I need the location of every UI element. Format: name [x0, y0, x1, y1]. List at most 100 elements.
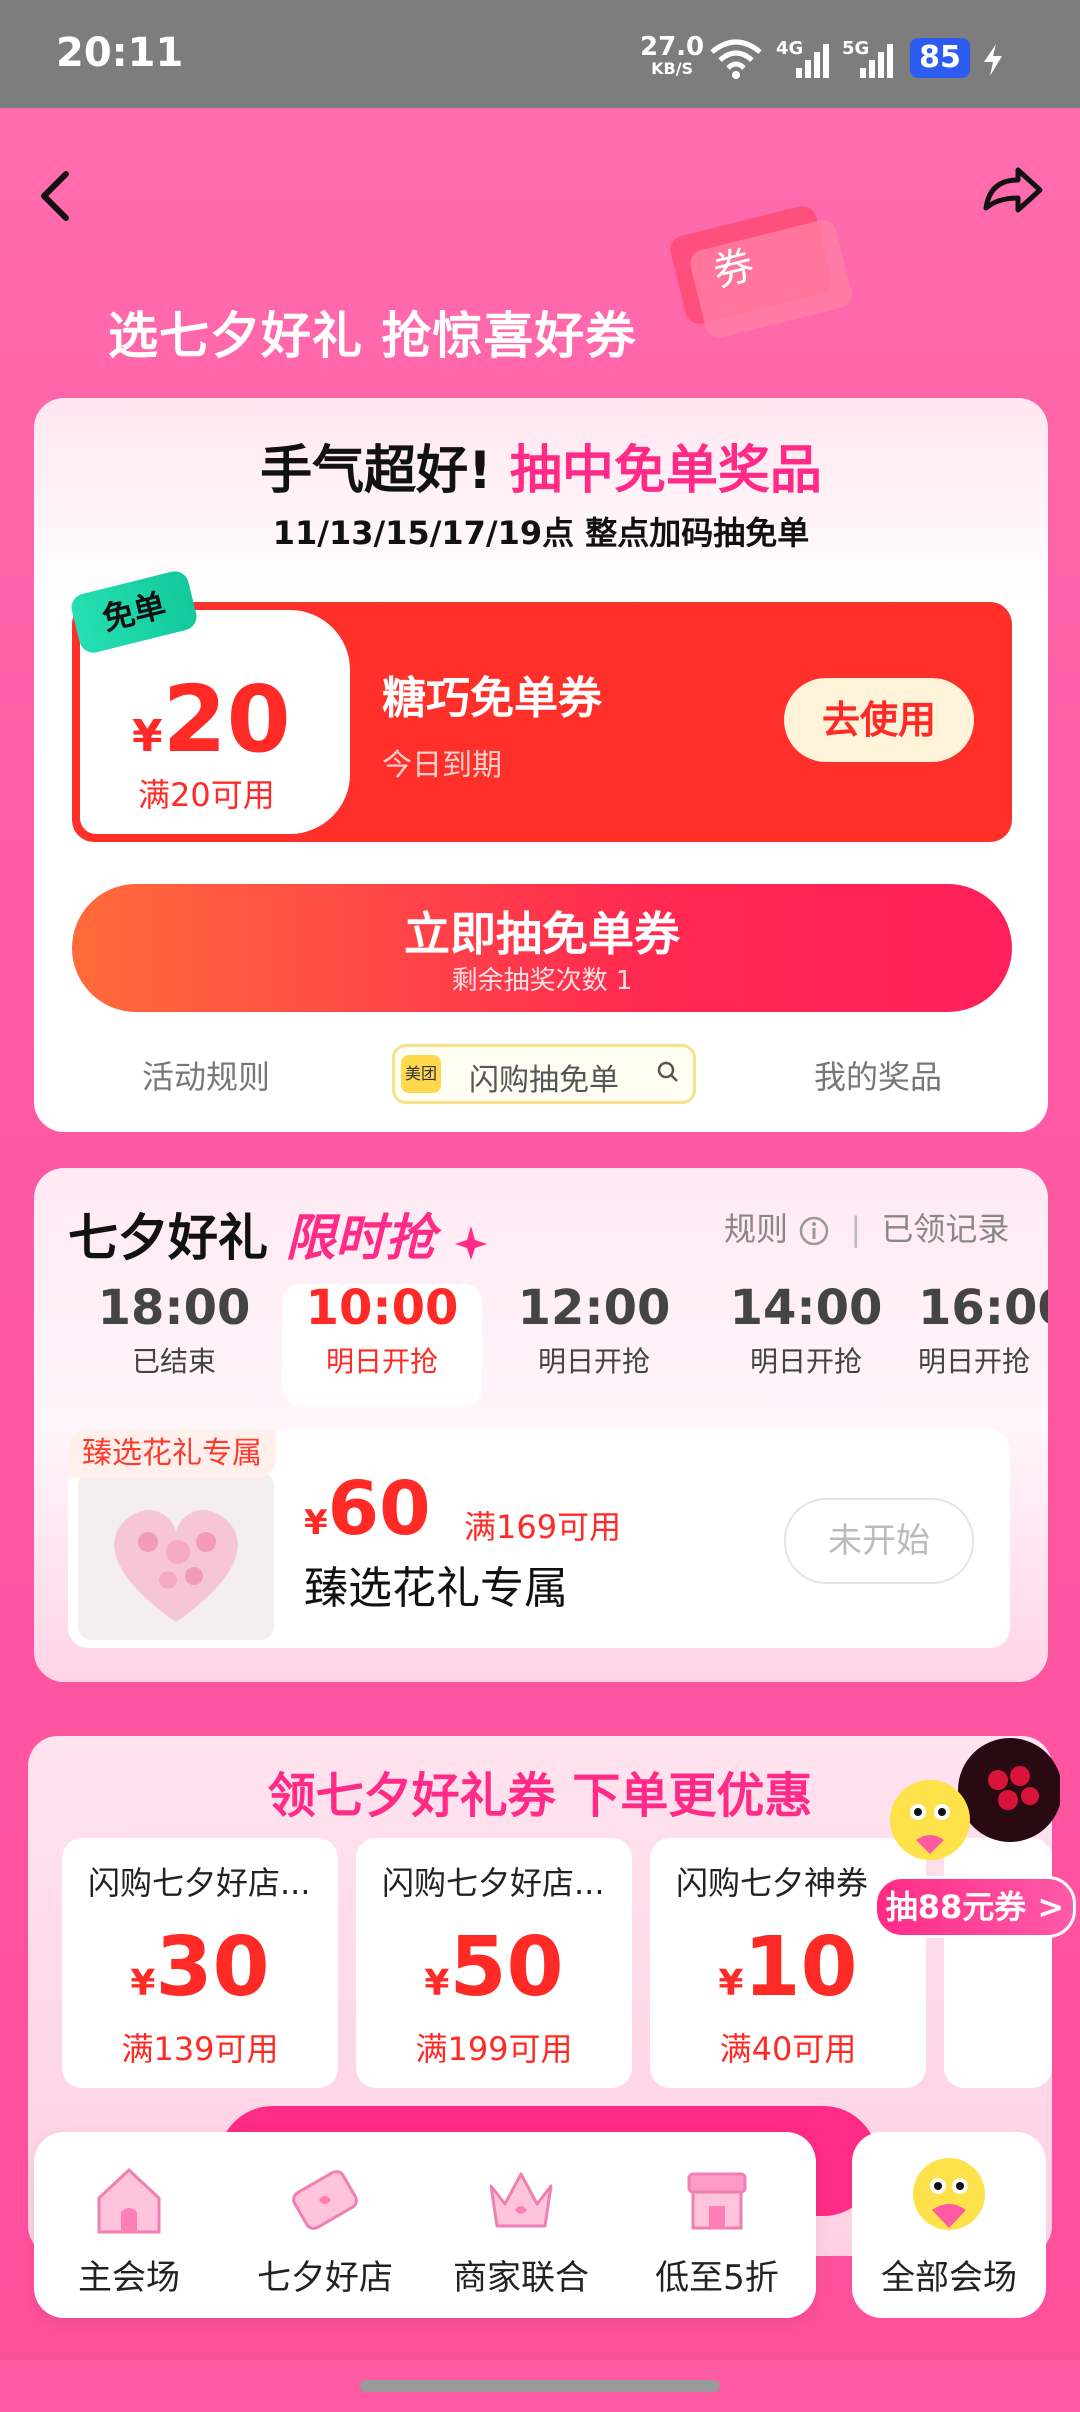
flash-sale-card: 七夕好礼 限时抢 规则 | 已领记录 18:00 已结束 10:00 明日开抢 …: [34, 1168, 1048, 1682]
use-coupon-button[interactable]: 去使用: [784, 678, 974, 762]
not-started-button[interactable]: 未开始: [784, 1498, 974, 1584]
nav-merchant-union[interactable]: 商家联合: [426, 2132, 616, 2318]
back-icon[interactable]: [36, 168, 76, 224]
coupon-card-1[interactable]: 闪购七夕好店... ¥30 满139可用: [62, 1838, 338, 2088]
home-icon: [97, 2167, 161, 2234]
slot-status: 明日开抢: [918, 1345, 1031, 1378]
coupon-condition: 满40可用: [719, 2030, 857, 2068]
my-prizes-link[interactable]: 我的奖品: [814, 1052, 942, 1098]
slot-time: 16:00: [918, 1280, 1048, 1336]
coupon-amount-value: 20: [162, 666, 291, 773]
meituan-logo: 美团: [401, 1055, 441, 1093]
time-slot-1600[interactable]: 16:00 明日开抢: [918, 1280, 1048, 1380]
free-order-tag: 免单: [68, 568, 200, 656]
draw-88-coupon-badge[interactable]: 抽88元券 >: [874, 1876, 1076, 1938]
coupon-amount-value: 30: [155, 1920, 270, 2015]
activity-rules-link[interactable]: 活动规则: [142, 1052, 270, 1098]
flash-sale-title: 七夕好礼 限时抢: [68, 1198, 489, 1270]
coupon-expire: 今日到期: [382, 748, 502, 783]
wifi-icon: [710, 39, 762, 79]
slot-status: 已结束: [131, 1345, 216, 1378]
ticket-icon: [292, 2170, 358, 2230]
claimed-records-link[interactable]: 已领记录: [881, 1210, 1009, 1248]
status-time: 20:11: [56, 30, 184, 76]
coupon-currency: ¥: [130, 1963, 156, 2004]
draw-button-label: 立即抽免单券: [404, 907, 680, 961]
bouquet-image: [78, 1472, 274, 1640]
headline-prefix: 手气超好!: [260, 441, 492, 501]
slot-time: 12:00: [517, 1280, 671, 1336]
item-currency: ¥: [304, 1503, 328, 1543]
draw-remaining-count: 剩余抽奖次数 1: [451, 966, 633, 996]
share-icon[interactable]: [980, 164, 1044, 224]
time-slot-1000[interactable]: 10:00 明日开抢: [282, 1280, 482, 1406]
time-slot-1400[interactable]: 14:00 明日开抢: [706, 1280, 906, 1380]
nav-all-venues[interactable]: 全部会场: [852, 2132, 1046, 2318]
flash-sale-links: 规则 | 已领记录: [724, 1204, 1009, 1250]
signal-4g-icon: [796, 44, 829, 78]
search-bar[interactable]: 美团 闪购抽免单: [392, 1044, 696, 1104]
battery-indicator: 85: [910, 38, 970, 78]
home-indicator[interactable]: [360, 2380, 720, 2392]
coupon-amount: ¥30: [62, 1920, 338, 2015]
info-icon[interactable]: [798, 1215, 830, 1247]
time-slot-1800[interactable]: 18:00 已结束: [74, 1280, 274, 1380]
coupon-amount-value: 50: [449, 1920, 564, 2015]
coupon-condition: 满20可用: [138, 776, 275, 814]
coupon-shop-name: 闪购七夕好店...: [382, 1864, 605, 1902]
coupon-currency: ¥: [718, 1963, 744, 2004]
coupon-condition: 满199可用: [415, 2030, 573, 2068]
store-icon: [687, 2172, 747, 2230]
slot-time: 10:00: [305, 1280, 459, 1336]
flash-sale-rules-link[interactable]: 规则: [724, 1210, 788, 1248]
flash-sale-title-highlight: 限时抢: [285, 1209, 436, 1267]
mascot-bouquet-icon: [890, 1738, 1060, 1860]
headline-highlight: 抽中免单奖品: [509, 441, 822, 501]
network-speed: 27.0 KB/S: [640, 34, 704, 80]
coupon-amount-value: 10: [743, 1920, 858, 2015]
nav-label: 七夕好店: [257, 2258, 393, 2298]
signal-5g-icon: [860, 44, 893, 78]
item-condition: 满169可用: [464, 1508, 622, 1546]
draw-subline: 11/13/15/17/19点 整点加码抽免单: [272, 514, 810, 552]
free-order-coupon: 免单 ¥20 满20可用 糖巧免单券 今日到期 去使用: [68, 568, 1012, 842]
flash-sale-title-text: 七夕好礼: [68, 1209, 268, 1267]
free-order-draw-card: 手气超好! 抽中免单奖品 11/13/15/17/19点 整点加码抽免单 免单 …: [34, 398, 1048, 1132]
coupon-shop-name: 闪购七夕好店...: [88, 1864, 311, 1902]
search-text: 闪购抽免单: [469, 1063, 619, 1098]
item-name: 臻选花礼专属: [304, 1563, 568, 1614]
charging-icon: [984, 44, 1002, 76]
coupon-currency: ¥: [132, 711, 163, 762]
coupon-amount: ¥10: [650, 1920, 926, 2015]
nav-label: 全部会场: [881, 2258, 1017, 2298]
divider: |: [850, 1210, 862, 1248]
slot-status: 明日开抢: [749, 1345, 862, 1378]
crown-icon: [489, 2172, 553, 2228]
bottom-navigation: 主会场 七夕好店 商家联合 低至5折: [34, 2132, 816, 2318]
time-slot-1200[interactable]: 12:00 明日开抢: [494, 1280, 694, 1380]
nav-main-venue[interactable]: 主会场: [34, 2132, 224, 2318]
nav-qixi-shops[interactable]: 七夕好店: [230, 2132, 420, 2318]
coupon-amount: ¥50: [356, 1920, 632, 2015]
item-amount: 60: [327, 1466, 431, 1552]
status-bar: 20:11 27.0 KB/S 4G 5G 85: [0, 0, 1080, 108]
item-tag: 臻选花礼专属: [68, 1430, 276, 1478]
coupon-shop-name: 闪购七夕神券: [676, 1864, 869, 1902]
coupon-amount: ¥20: [132, 666, 291, 773]
slot-time: 18:00: [97, 1280, 251, 1336]
bouquet-icon: [114, 1510, 238, 1622]
page-title: 选七夕好礼 抢惊喜好券: [108, 307, 637, 365]
ticket-decoration-icon: 券: [670, 206, 852, 338]
coupon-currency: ¥: [424, 1963, 450, 2004]
nav-half-price[interactable]: 低至5折: [622, 2132, 812, 2318]
coupon-card-2[interactable]: 闪购七夕好店... ¥50 满199可用: [356, 1838, 632, 2088]
coupon-name: 糖巧免单券: [382, 673, 602, 724]
sparkle-icon: [454, 1225, 487, 1260]
search-icon[interactable]: [657, 1061, 679, 1083]
draw-free-coupon-button[interactable]: 立即抽免单券 剩余抽奖次数 1: [72, 884, 1012, 1012]
nav-label: 主会场: [78, 2258, 180, 2298]
slot-time: 14:00: [729, 1280, 883, 1336]
slot-status: 明日开抢: [325, 1345, 438, 1378]
item-price: ¥60: [304, 1466, 431, 1552]
flash-sale-item[interactable]: 臻选花礼专属 ¥60 满169可用 臻选花礼专属 未开始: [68, 1430, 1010, 1648]
